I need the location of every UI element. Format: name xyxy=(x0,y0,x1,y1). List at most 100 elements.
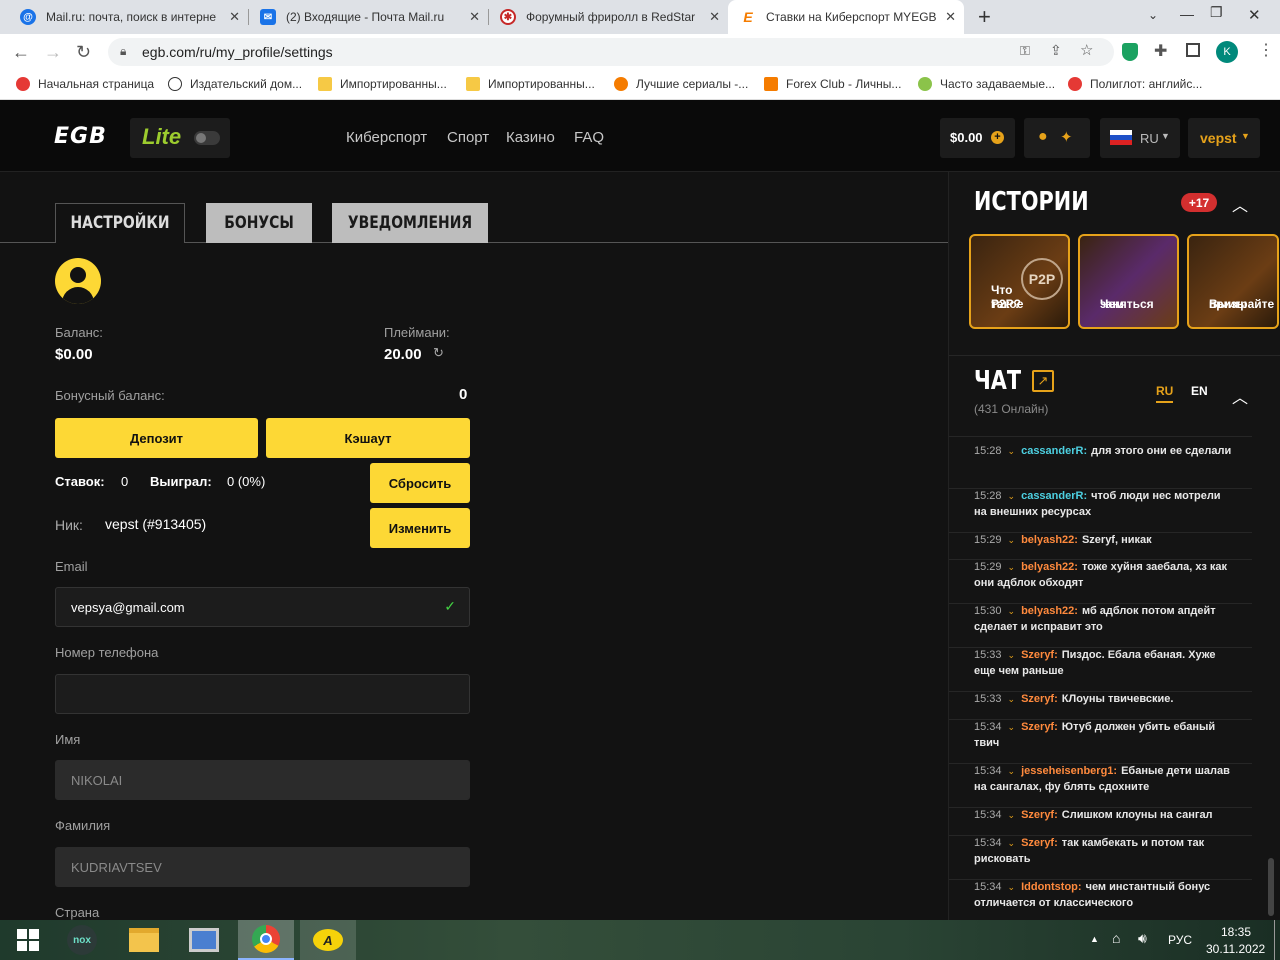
language-select[interactable]: RU ▼ xyxy=(1100,118,1180,158)
browser-tab-active[interactable]: E Ставки на Киберспорт MYEGB.T ✕ xyxy=(728,0,964,34)
browser-tab[interactable]: ✱ Форумный фриролл в RedStar P ✕ xyxy=(488,0,728,34)
bookmark-item[interactable]: Часто задаваемые... xyxy=(918,77,1055,91)
chevron-up-icon[interactable]: ︿ xyxy=(1232,384,1248,408)
header-balance[interactable]: $0.00 + xyxy=(940,118,1015,158)
bookmark-item[interactable]: Лучшие сериалы -... xyxy=(614,77,748,91)
chat-username[interactable]: belyash22: xyxy=(1021,561,1078,573)
clock-date[interactable]: 30.11.2022 xyxy=(1206,942,1265,956)
chevron-down-icon[interactable]: ⌄ xyxy=(1008,446,1016,456)
tab-settings[interactable]: НАСТРОЙКИ xyxy=(67,203,174,243)
close-icon[interactable]: ✕ xyxy=(229,9,240,25)
clock-time[interactable]: 18:35 xyxy=(1221,925,1251,939)
nav-esports[interactable]: Киберспорт xyxy=(346,129,427,146)
app-icon[interactable]: A xyxy=(300,920,356,960)
bookmark-item[interactable]: Forex Club - Личны... xyxy=(764,77,901,91)
user-menu[interactable]: vepst ▼ xyxy=(1188,118,1260,158)
story-card[interactable]: P2P Что такое P2P? xyxy=(969,234,1070,329)
back-arrow-icon[interactable]: ← xyxy=(12,42,30,63)
chat-username[interactable]: Szeryf: xyxy=(1021,649,1058,661)
chevron-down-icon[interactable]: ⌄ xyxy=(1148,8,1158,22)
bookmark-item[interactable]: Полиглот: английс... xyxy=(1068,77,1202,91)
minimize-icon[interactable]: — xyxy=(1180,6,1194,22)
computer-icon[interactable] xyxy=(176,920,232,960)
chevron-down-icon[interactable]: ⌄ xyxy=(1008,491,1016,501)
chat-lang-ru[interactable]: RU xyxy=(1156,384,1174,403)
profile-avatar[interactable]: K xyxy=(1216,41,1238,63)
chat-username[interactable]: Szeryf: xyxy=(1021,837,1058,849)
nav-faq[interactable]: FAQ xyxy=(574,129,604,146)
forward-arrow-icon[interactable]: → xyxy=(44,42,62,63)
chevron-down-icon[interactable]: ⌄ xyxy=(1008,650,1016,660)
nav-casino[interactable]: Казино xyxy=(506,129,555,146)
chat-scrollbar[interactable] xyxy=(1268,858,1274,916)
url-field[interactable]: 🔒︎ egb.com/ru/my_profile/settings ⚿ ⇪ ☆ xyxy=(108,38,1114,66)
key-icon[interactable]: ⚿ xyxy=(1020,43,1030,59)
user-avatar-icon[interactable] xyxy=(55,258,101,304)
refresh-icon[interactable]: ↻ xyxy=(433,345,444,361)
change-nick-button[interactable]: Изменить xyxy=(370,508,470,548)
email-field[interactable]: vepsya@gmail.com ✓ xyxy=(55,587,470,627)
chat-username[interactable]: cassanderR: xyxy=(1021,445,1087,457)
share-icon[interactable]: ⇪ xyxy=(1050,42,1062,59)
chat-username[interactable]: Szeryf: xyxy=(1021,721,1058,733)
chrome-icon[interactable] xyxy=(238,920,294,960)
show-desktop-button[interactable] xyxy=(1274,920,1275,960)
bookmark-item[interactable]: Издательский дом... xyxy=(168,77,302,91)
restore-icon[interactable]: ❐ xyxy=(1210,4,1223,21)
nox-icon[interactable]: nox xyxy=(54,920,110,960)
volume-icon[interactable]: 🔊︎ xyxy=(1138,930,1147,947)
chevron-down-icon[interactable]: ⌄ xyxy=(1008,810,1016,820)
story-card[interactable]: Чем заняться xyxy=(1078,234,1179,329)
new-tab-plus-icon[interactable]: + xyxy=(978,4,991,30)
tab-notifications[interactable]: УВЕДОМЛЕНИЯ xyxy=(346,203,474,243)
tab-bonuses[interactable]: БОНУСЫ xyxy=(216,203,303,243)
chevron-down-icon[interactable]: ⌄ xyxy=(1008,562,1016,572)
tray-chevron-up-icon[interactable]: ▲ xyxy=(1090,934,1099,944)
browser-tab[interactable]: ✉ (2) Входящие - Почта Mail.ru ✕ xyxy=(248,0,488,34)
chevron-down-icon[interactable]: ⌄ xyxy=(1008,766,1016,776)
chat-lang-en[interactable]: EN xyxy=(1191,384,1208,398)
chat-username[interactable]: Iddontstop: xyxy=(1021,881,1081,893)
lite-toggle[interactable]: Lite xyxy=(130,118,230,158)
chat-username[interactable]: cassanderR: xyxy=(1021,490,1087,502)
chevron-down-icon[interactable]: ⌄ xyxy=(1008,838,1016,848)
cashout-button[interactable]: Кэшаут xyxy=(266,418,470,458)
bookmark-item[interactable]: Импортированны... xyxy=(318,77,447,91)
phone-field[interactable] xyxy=(55,674,470,714)
reset-button[interactable]: Сбросить xyxy=(370,463,470,503)
chevron-down-icon[interactable]: ⌄ xyxy=(1008,722,1016,732)
egb-logo[interactable]: EGB xyxy=(54,124,107,149)
popout-icon[interactable]: ↗ xyxy=(1032,370,1054,392)
deposit-button[interactable]: Депозит xyxy=(55,418,258,458)
chat-username[interactable]: jesseheisenberg1: xyxy=(1021,765,1117,777)
story-card[interactable]: Выиграйте призы xyxy=(1187,234,1279,329)
bookmark-item[interactable]: Начальная страница xyxy=(16,77,154,91)
chevron-up-icon[interactable]: ︿ xyxy=(1232,192,1248,216)
chevron-down-icon[interactable]: ⌄ xyxy=(1008,882,1016,892)
browser-tab[interactable]: @ Mail.ru: почта, поиск в интернете ✕ xyxy=(8,0,248,34)
windows-start-icon[interactable] xyxy=(0,920,56,960)
window-close-icon[interactable]: ✕ xyxy=(1248,6,1261,24)
star-icon[interactable]: ☆ xyxy=(1080,41,1093,59)
menu-dots-icon[interactable]: ⋮ xyxy=(1258,40,1274,60)
reload-icon[interactable]: ↻ xyxy=(76,42,91,63)
puzzle-icon[interactable]: ✚ xyxy=(1154,41,1167,61)
chevron-down-icon[interactable]: ⌄ xyxy=(1008,606,1016,616)
sidepanel-icon[interactable] xyxy=(1186,43,1200,57)
chat-username[interactable]: belyash22: xyxy=(1021,534,1078,546)
chevron-down-icon[interactable]: ⌄ xyxy=(1008,694,1016,704)
bookmark-item[interactable]: Импортированны... xyxy=(466,77,595,91)
file-explorer-icon[interactable] xyxy=(116,920,172,960)
chevron-down-icon[interactable]: ⌄ xyxy=(1008,535,1016,545)
keyboard-language[interactable]: РУС xyxy=(1168,933,1192,947)
nav-sport[interactable]: Спорт xyxy=(447,129,489,146)
close-icon[interactable]: ✕ xyxy=(945,9,956,25)
close-icon[interactable]: ✕ xyxy=(469,9,480,25)
chat-username[interactable]: Szeryf: xyxy=(1021,809,1058,821)
chat-username[interactable]: belyash22: xyxy=(1021,605,1078,617)
network-icon[interactable]: ⌂ xyxy=(1112,930,1120,946)
close-icon[interactable]: ✕ xyxy=(709,9,720,25)
apps-download[interactable]: ● ✦ xyxy=(1024,118,1090,158)
chat-username[interactable]: Szeryf: xyxy=(1021,693,1058,705)
shield-extension-icon[interactable] xyxy=(1122,43,1138,61)
